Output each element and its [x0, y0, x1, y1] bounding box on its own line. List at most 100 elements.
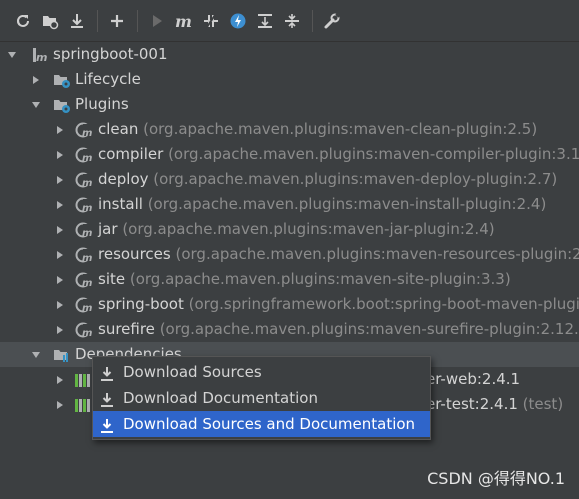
tree-row-plugin-site[interactable]: m site (org.apache.maven.plugins:maven-si… — [0, 267, 579, 292]
plugin-name: compiler — [98, 145, 164, 163]
svg-text:m: m — [82, 278, 92, 289]
plugin-name: resources — [98, 245, 171, 263]
collapsed-arrow-icon[interactable] — [54, 167, 66, 192]
refresh-icon[interactable] — [10, 8, 36, 34]
svg-text:m: m — [82, 303, 92, 314]
plugin-name: clean — [98, 120, 139, 138]
lifecycle-folder-icon — [53, 71, 71, 89]
tree-row-plugin-spring-boot[interactable]: m spring-boot (org.springframework.boot:s… — [0, 292, 579, 317]
menu-item-label: Download Documentation — [123, 389, 318, 407]
tree-row-plugin-clean[interactable]: m clean (org.apache.maven.plugins:maven-c… — [0, 117, 579, 142]
toolbar-separator — [97, 9, 98, 32]
tree-row-plugins[interactable]: Plugins — [0, 92, 579, 117]
maven-tool-window: m m springboot-001 Lifecycle Plugins m c… — [0, 0, 579, 499]
download-icon — [99, 364, 115, 381]
maven-module-icon: m — [31, 46, 49, 64]
plugin-label: deploy (org.apache.maven.plugins:maven-d… — [98, 167, 557, 192]
plugins-label: Plugins — [75, 95, 129, 113]
svg-text:m: m — [82, 328, 92, 339]
maven-goal-icon[interactable]: m — [171, 8, 197, 34]
plugin-name: site — [98, 270, 126, 288]
collapsed-arrow-icon[interactable] — [54, 367, 66, 392]
settings-wrench-icon[interactable] — [319, 8, 345, 34]
collapsed-arrow-icon[interactable] — [54, 117, 66, 142]
maven-toolbar: m — [0, 0, 579, 42]
dependency-label: er-test:2.4.1 (test) — [426, 395, 564, 413]
plugin-label: site (org.apache.maven.plugins:maven-sit… — [98, 267, 511, 292]
download-icon[interactable] — [64, 8, 90, 34]
toolbar-separator — [312, 9, 313, 32]
svg-text:m: m — [175, 12, 192, 30]
tree-row-plugin-install[interactable]: m install (org.apache.maven.plugins:maven… — [0, 192, 579, 217]
maven-plugin-icon: m — [75, 321, 93, 339]
run-icon[interactable] — [144, 8, 170, 34]
menu-item-label: Download Sources and Documentation — [123, 415, 416, 433]
dependency-label: er-web:2.4.1 — [426, 370, 521, 388]
download-icon — [99, 416, 115, 433]
svg-text:m: m — [36, 51, 47, 64]
plugin-label: spring-boot (org.springframework.boot:sp… — [98, 292, 579, 317]
expand-all-icon[interactable] — [279, 8, 305, 34]
svg-text:m: m — [82, 253, 92, 264]
plugin-coordinates: (org.apache.maven.plugins:maven-site-plu… — [129, 270, 511, 288]
plugin-coordinates: (org.apache.maven.plugins:maven-clean-pl… — [143, 120, 538, 138]
tree-row-plugin-surefire[interactable]: m surefire (org.apache.maven.plugins:mave… — [0, 317, 579, 342]
collapse-all-icon[interactable] — [252, 8, 278, 34]
maven-plugin-icon: m — [75, 146, 93, 164]
library-icon — [74, 396, 92, 414]
plugin-coordinates: (org.springframework.boot:spring-boot-ma… — [188, 295, 579, 313]
collapsed-arrow-icon[interactable] — [30, 67, 42, 92]
tree-row-plugin-resources[interactable]: m resources (org.apache.maven.plugins:mav… — [0, 242, 579, 267]
maven-plugin-icon: m — [75, 296, 93, 314]
collapsed-arrow-icon[interactable] — [54, 217, 66, 242]
plugin-coordinates: (org.apache.maven.plugins:maven-resource… — [175, 245, 579, 263]
maven-plugin-icon: m — [75, 196, 93, 214]
toolbar-separator — [137, 9, 138, 32]
svg-text:m: m — [82, 203, 92, 214]
reimport-folder-icon[interactable] — [37, 8, 63, 34]
context-menu: Download Sources Download Documentation … — [92, 356, 431, 440]
collapsed-arrow-icon[interactable] — [54, 392, 66, 417]
maven-plugin-icon: m — [75, 121, 93, 139]
tree-row-project[interactable]: m springboot-001 — [0, 42, 579, 67]
tree-row-plugin-deploy[interactable]: m deploy (org.apache.maven.plugins:maven-… — [0, 167, 579, 192]
plugin-label: compiler (org.apache.maven.plugins:maven… — [98, 142, 579, 167]
project-label: springboot-001 — [53, 45, 168, 63]
maven-plugin-icon: m — [75, 271, 93, 289]
toggle-offline-icon[interactable] — [198, 8, 224, 34]
svg-text:m: m — [82, 153, 92, 164]
menu-item-label: Download Sources — [123, 363, 262, 381]
menu-item-download-sources[interactable]: Download Sources — [93, 359, 430, 385]
expanded-arrow-icon[interactable] — [30, 342, 42, 367]
collapsed-arrow-icon[interactable] — [54, 142, 66, 167]
plugin-name: spring-boot — [98, 295, 184, 313]
dependencies-folder-icon — [53, 346, 71, 364]
tree-row-plugin-jar[interactable]: m jar (org.apache.maven.plugins:maven-jar… — [0, 217, 579, 242]
plugin-coordinates: (org.apache.maven.plugins:maven-compiler… — [168, 145, 579, 163]
menu-item-download-documentation[interactable]: Download Documentation — [93, 385, 430, 411]
plugin-name: deploy — [98, 170, 149, 188]
menu-item-download-sources-and-documentation[interactable]: Download Sources and Documentation — [93, 411, 430, 437]
maven-plugin-icon: m — [75, 221, 93, 239]
collapsed-arrow-icon[interactable] — [54, 267, 66, 292]
expanded-arrow-icon[interactable] — [6, 42, 18, 67]
collapsed-arrow-icon[interactable] — [54, 192, 66, 217]
plugin-coordinates: (org.apache.maven.plugins:maven-surefire… — [159, 320, 579, 338]
collapsed-arrow-icon[interactable] — [54, 292, 66, 317]
plugin-name: jar — [98, 220, 118, 238]
svg-text:m: m — [82, 178, 92, 189]
tree-row-plugin-compiler[interactable]: m compiler (org.apache.maven.plugins:mave… — [0, 142, 579, 167]
tree-row-lifecycle[interactable]: Lifecycle — [0, 67, 579, 92]
add-icon[interactable] — [104, 8, 130, 34]
download-icon — [99, 390, 115, 407]
lifecycle-skip-icon[interactable] — [225, 8, 251, 34]
plugin-coordinates: (org.apache.maven.plugins:maven-install-… — [147, 195, 547, 213]
dependency-scope: (test) — [522, 395, 564, 413]
plugin-coordinates: (org.apache.maven.plugins:maven-deploy-p… — [153, 170, 558, 188]
expanded-arrow-icon[interactable] — [30, 92, 42, 117]
plugin-label: jar (org.apache.maven.plugins:maven-jar-… — [98, 217, 495, 242]
collapsed-arrow-icon[interactable] — [54, 242, 66, 267]
collapsed-arrow-icon[interactable] — [54, 317, 66, 342]
plugin-label: install (org.apache.maven.plugins:maven-… — [98, 192, 546, 217]
maven-plugin-icon: m — [75, 171, 93, 189]
